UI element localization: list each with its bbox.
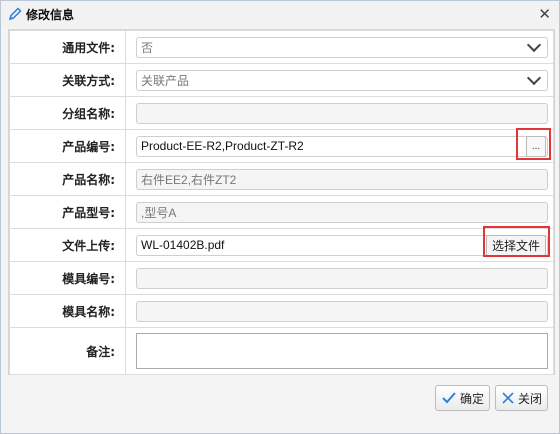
product-code-value: Product-EE-R2,Product-ZT-R2 bbox=[141, 139, 304, 153]
remark-textarea[interactable] bbox=[136, 333, 548, 369]
file-upload-label: 文件上传: bbox=[9, 228, 126, 262]
general-file-label: 通用文件: bbox=[9, 30, 126, 64]
file-upload-value: WL-01402B.pdf bbox=[141, 238, 225, 252]
product-model-label: 产品型号: bbox=[9, 195, 126, 229]
pencil-icon bbox=[8, 7, 22, 21]
x-icon bbox=[502, 392, 514, 404]
mold-name-label: 模具名称: bbox=[9, 294, 126, 328]
general-file-select[interactable]: 否 bbox=[136, 36, 548, 58]
row-mold-code: 模具编号: bbox=[9, 261, 554, 295]
confirm-button[interactable]: 确定 bbox=[435, 385, 491, 411]
row-mold-name: 模具名称: bbox=[9, 294, 554, 328]
link-mode-label: 关联方式: bbox=[9, 63, 126, 97]
close-button[interactable]: 关闭 bbox=[495, 385, 549, 411]
dialog-title: 修改信息 bbox=[26, 7, 75, 22]
edit-form: 通用文件: 否 关联方式: 关联产品 分组名称: 产品编号: Product-E… bbox=[8, 29, 555, 375]
product-name-field[interactable]: 右件EE2,右件ZT2 bbox=[136, 168, 548, 190]
product-code-field[interactable]: Product-EE-R2,Product-ZT-R2 ... bbox=[136, 135, 548, 157]
product-name-label: 产品名称: bbox=[9, 162, 126, 196]
edit-dialog: 修改信息 ✕ 通用文件: 否 关联方式: 关联产品 分组名称: 产品编号: Pr… bbox=[0, 0, 560, 434]
chevron-down-icon bbox=[526, 37, 542, 53]
mold-code-label: 模具编号: bbox=[9, 261, 126, 295]
product-code-label: 产品编号: bbox=[9, 129, 126, 163]
row-group-name: 分组名称: bbox=[9, 96, 554, 130]
choose-file-button[interactable]: 选择文件 bbox=[485, 234, 546, 256]
close-label: 关闭 bbox=[518, 391, 543, 406]
mold-name-field[interactable] bbox=[136, 300, 548, 322]
row-file-upload: 文件上传: WL-01402B.pdf 选择文件 bbox=[9, 228, 554, 262]
check-icon bbox=[442, 392, 456, 404]
dialog-footer: 确定 关闭 bbox=[1, 381, 559, 415]
group-name-label: 分组名称: bbox=[9, 96, 126, 130]
general-file-value: 否 bbox=[141, 40, 154, 55]
confirm-label: 确定 bbox=[460, 391, 485, 406]
remark-label: 备注: bbox=[9, 327, 126, 375]
link-mode-value: 关联产品 bbox=[141, 73, 190, 88]
row-link-mode: 关联方式: 关联产品 bbox=[9, 63, 554, 97]
link-mode-select[interactable]: 关联产品 bbox=[136, 69, 548, 91]
mold-code-field[interactable] bbox=[136, 267, 548, 289]
close-icon[interactable]: ✕ bbox=[538, 5, 551, 23]
row-product-code: 产品编号: Product-EE-R2,Product-ZT-R2 ... bbox=[9, 129, 554, 163]
chevron-down-icon bbox=[526, 70, 542, 86]
file-upload-field[interactable]: WL-01402B.pdf 选择文件 bbox=[136, 234, 548, 256]
row-remark: 备注: bbox=[9, 327, 554, 375]
dialog-titlebar: 修改信息 bbox=[1, 1, 559, 27]
product-name-value: 右件EE2,右件ZT2 bbox=[141, 172, 237, 187]
product-picker-button[interactable]: ... bbox=[526, 135, 546, 157]
row-product-model: 产品型号: ,型号A bbox=[9, 195, 554, 229]
row-product-name: 产品名称: 右件EE2,右件ZT2 bbox=[9, 162, 554, 196]
product-model-field[interactable]: ,型号A bbox=[136, 201, 548, 223]
product-model-value: ,型号A bbox=[141, 205, 177, 220]
group-name-field[interactable] bbox=[136, 102, 548, 124]
row-general-file: 通用文件: 否 bbox=[9, 30, 554, 64]
